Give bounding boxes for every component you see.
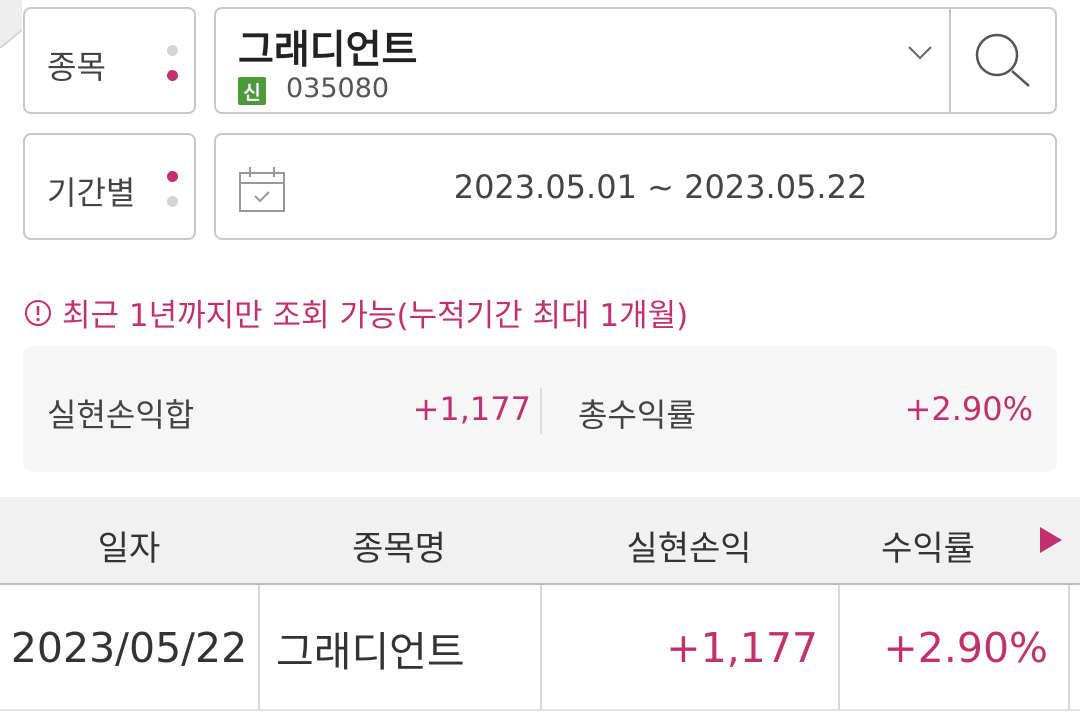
total-return-label: 총수익률 [578, 396, 696, 434]
column-header-return-rate[interactable]: 수익률 [838, 521, 1018, 570]
play-right-icon[interactable] [1038, 525, 1064, 555]
corner-fold-decoration [0, 0, 22, 48]
summary-divider [540, 388, 542, 434]
stock-select-field[interactable]: 그래디언트 신 035080 [214, 7, 1057, 114]
realized-pl-value: +1,177 [412, 390, 531, 428]
column-header-date[interactable]: 일자 [0, 521, 258, 570]
search-button[interactable] [949, 9, 1055, 112]
stock-type-selector[interactable]: 종목 [23, 7, 196, 114]
row-divider [0, 709, 1080, 711]
cell-stock-name: 그래디언트 [258, 585, 542, 711]
period-type-selector[interactable]: 기간별 [23, 133, 196, 240]
realized-pl-label: 실현손익합 [47, 396, 195, 434]
stock-name: 그래디언트 [238, 28, 418, 73]
chevron-down-icon[interactable] [907, 45, 933, 61]
total-return-value: +2.90% [904, 390, 1033, 428]
toggle-dots-indicator [166, 45, 178, 95]
cell-date: 2023/05/22 [0, 585, 260, 711]
info-icon [25, 299, 51, 326]
new-listing-badge: 신 [238, 77, 266, 105]
notice-text: 최근 1년까지만 조회 가능(누적기간 최대 1개월) [62, 298, 689, 334]
table-row[interactable]: 2023/05/22 그래디언트 +1,177 +2.90% [0, 585, 1080, 711]
row-return-rate: +2.90% [883, 624, 1048, 672]
cell-return-rate: +2.90% [838, 585, 1070, 711]
date-range-text: 2023.05.01 ~ 2023.05.22 [453, 168, 868, 206]
row-realized-pl: +1,177 [666, 624, 818, 672]
row-date: 2023/05/22 [10, 624, 248, 672]
row-stock-name: 그래디언트 [276, 628, 465, 676]
summary-panel: 실현손익합 +1,177 총수익률 +2.90% [23, 346, 1057, 472]
period-type-label: 기간별 [47, 174, 136, 212]
cell-realized-pl: +1,177 [540, 585, 840, 711]
toggle-dots-indicator [166, 171, 178, 221]
column-header-stock-name[interactable]: 종목명 [258, 521, 540, 570]
search-icon [975, 33, 1030, 87]
notice-message: 최근 1년까지만 조회 가능(누적기간 최대 1개월) [24, 290, 688, 335]
stock-type-label: 종목 [47, 48, 106, 86]
table-header: 일자 종목명 실현손익 수익률 [0, 497, 1080, 585]
column-header-realized-pl[interactable]: 실현손익 [540, 521, 838, 570]
date-range-field[interactable]: 2023.05.01 ~ 2023.05.22 [214, 133, 1057, 240]
stock-code: 035080 [286, 73, 390, 104]
